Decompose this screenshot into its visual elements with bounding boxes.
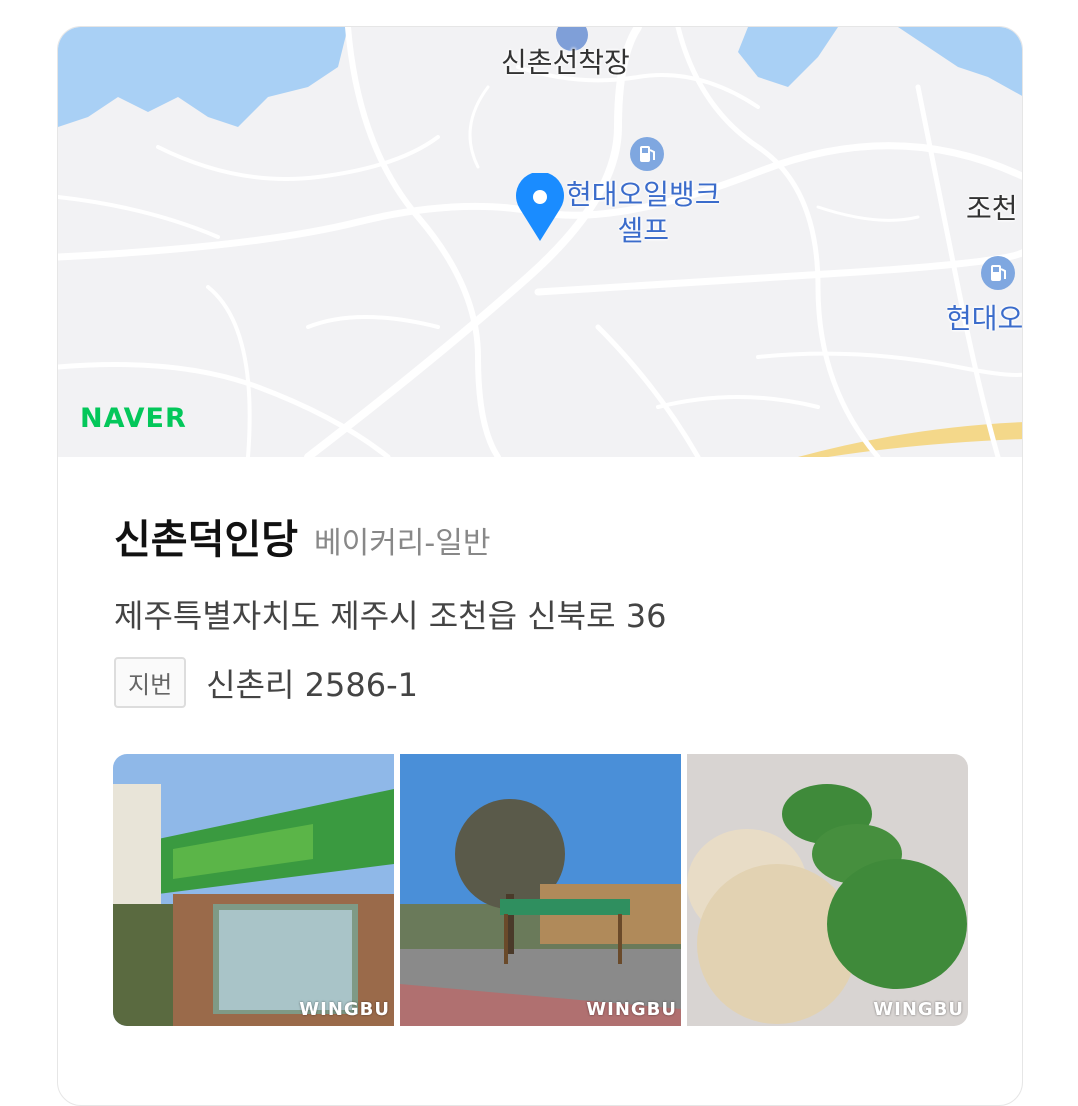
photo-barley-bread[interactable]: WINGBU <box>687 754 968 1026</box>
map-label-pier: 신촌선착장 <box>501 46 630 79</box>
place-name[interactable]: 신촌덕인당 <box>114 507 298 565</box>
bus-stop-image <box>400 754 681 1026</box>
photo-watermark: WINGBU <box>873 999 964 1020</box>
place-card[interactable]: 신촌선착장 현대오일뱅크 셀프 조천 현대오일 NAVER 신촌덕인당 베이커리… <box>57 26 1023 1106</box>
place-info: 신촌덕인당 베이커리-일반 제주특별자치도 제주시 조천읍 신북로 36 지번 … <box>114 507 994 708</box>
map-view[interactable]: 신촌선착장 현대오일뱅크 셀프 조천 현대오일 NAVER <box>58 27 1023 457</box>
photo-storefront[interactable]: WINGBU <box>113 754 394 1026</box>
lot-address-badge: 지번 <box>114 657 187 708</box>
bread-image <box>687 754 968 1026</box>
place-category: 베이커리-일반 <box>314 526 491 561</box>
gas-station-icon[interactable] <box>980 255 1016 291</box>
map-label-town: 조천 <box>966 192 1018 225</box>
location-pin-icon[interactable] <box>512 173 568 243</box>
naver-logo: NAVER <box>80 403 187 434</box>
map-label-gas-station-1: 현대오일뱅크 셀프 <box>566 178 721 247</box>
road-address: 제주특별자치도 제주시 조천읍 신북로 36 <box>114 597 667 635</box>
photo-strip: WINGBU WINGBU WINGBU <box>113 754 969 1026</box>
photo-watermark: WINGBU <box>299 999 390 1020</box>
photo-bus-stop[interactable]: WINGBU <box>400 754 681 1026</box>
gas-station-icon[interactable] <box>629 136 665 172</box>
map-label-gas-station-2: 현대오일 <box>946 302 1023 335</box>
lot-address: 신촌리 2586-1 <box>206 665 419 704</box>
photo-watermark: WINGBU <box>586 999 677 1020</box>
storefront-image <box>113 754 394 1026</box>
